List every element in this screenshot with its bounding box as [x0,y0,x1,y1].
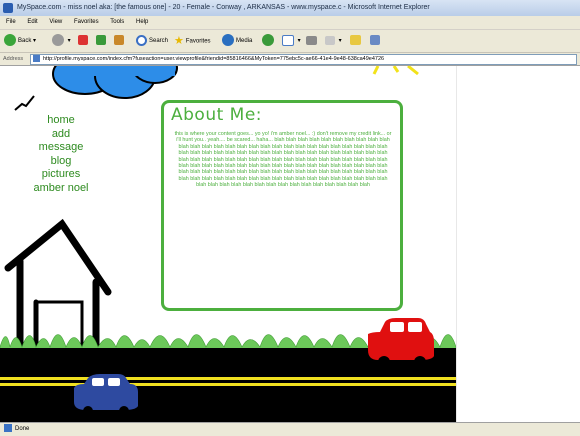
favorites-button[interactable]: ★ Favorites [174,33,211,49]
media-button[interactable]: Media [222,33,252,49]
history-button[interactable] [262,33,276,49]
menu-help[interactable]: Help [136,19,148,25]
edit-icon [325,35,335,45]
back-arrow-icon [4,34,16,47]
stop-button[interactable] [78,33,90,49]
menu-tools[interactable]: Tools [110,19,124,25]
house-graphic [4,218,112,352]
home-icon [114,35,124,46]
about-me-box: About Me: this is where your content goe… [161,100,403,311]
road-stripe-bottom [0,383,456,386]
star-icon: ★ [174,35,184,47]
favorites-label: Favorites [185,38,211,45]
status-text: Done [15,426,30,432]
home-button[interactable] [114,33,126,49]
menu-bar: File Edit View Favorites Tools Help [0,16,580,30]
discuss-button[interactable] [350,33,363,49]
status-bar: Done [0,422,580,436]
nav-home-link[interactable]: home [26,114,96,128]
menu-view[interactable]: View [49,19,62,25]
address-label: Address [3,56,24,62]
address-url: http://profile.myspace.com/index.cfm?fus… [43,56,385,62]
cloud-graphic [52,66,178,99]
back-label: Back [18,38,32,44]
nav-amber-noel-link[interactable]: amber noel [26,182,96,196]
nav-message-link[interactable]: message [26,141,96,155]
title-bar: MySpace.com - miss noel aka: [the famous… [0,0,580,16]
refresh-button[interactable] [96,33,108,49]
menu-edit[interactable]: Edit [27,19,37,25]
nav-pictures-link[interactable]: pictures [26,168,96,182]
page-icon [33,55,40,63]
refresh-icon [96,35,106,46]
menu-file[interactable]: File [6,19,16,25]
edit-button[interactable]: ▾ [325,33,342,49]
stop-icon [78,35,88,46]
discuss-icon [350,35,361,46]
nav-add-link[interactable]: add [26,128,96,142]
search-icon [136,34,147,46]
search-button[interactable]: Search [136,33,168,49]
about-me-body: this is where your content goes... yo yo… [174,131,392,189]
messenger-icon [370,35,380,46]
media-icon [222,34,234,47]
page-done-icon [4,424,12,433]
nav-blog-link[interactable]: blog [26,155,96,169]
page-right-margin [456,66,580,422]
forward-arrow-icon [52,34,64,47]
messenger-button[interactable] [370,33,382,49]
menu-favorites[interactable]: Favorites [74,19,99,25]
profile-scene: home add message blog pictures amber noe… [0,66,456,422]
mail-icon [282,34,294,46]
address-bar: Address http://profile.myspace.com/index… [0,53,580,66]
bird-graphic [14,95,35,111]
back-button[interactable]: Back ▾ [4,33,36,49]
window-title: MySpace.com - miss noel aka: [the famous… [17,4,430,11]
address-input[interactable]: http://profile.myspace.com/index.cfm?fus… [30,54,577,65]
history-icon [262,34,274,47]
forward-button[interactable]: ▾ [52,33,71,49]
page-viewport[interactable]: home add message blog pictures amber noe… [0,66,580,422]
sun-graphic [372,66,419,76]
about-me-title: About Me: [171,105,263,125]
road-stripe-top [0,377,456,380]
profile-nav: home add message blog pictures amber noe… [26,114,96,195]
search-label: Search [149,38,169,44]
ie-icon [3,3,13,13]
toolbar: Back ▾ ▾ Search ★ Favorites Media ▾ ▾ [0,30,580,53]
print-button[interactable] [306,33,319,49]
print-icon [306,35,317,45]
mail-button[interactable]: ▾ [282,33,301,49]
media-label: Media [236,38,253,44]
